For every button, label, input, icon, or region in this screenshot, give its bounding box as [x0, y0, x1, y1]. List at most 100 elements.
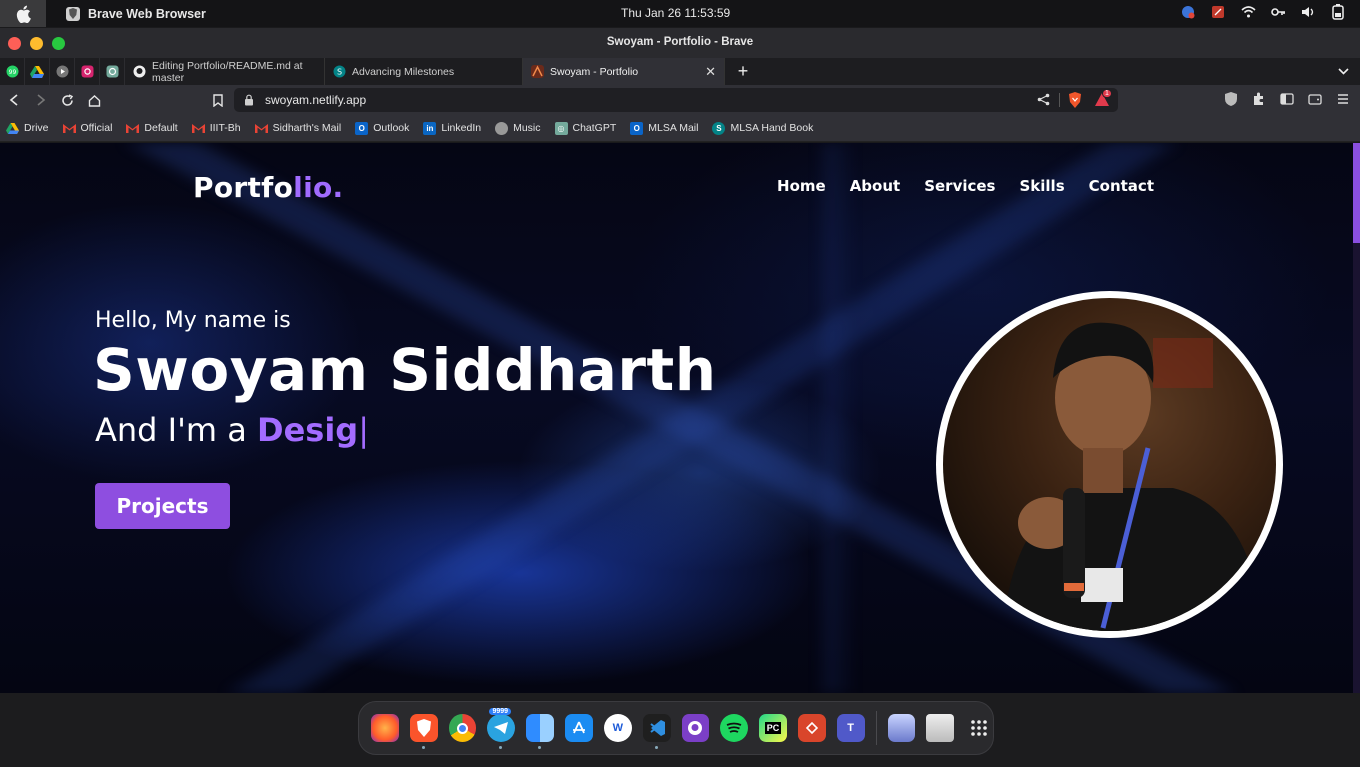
address-bar[interactable]: swoyam.netlify.app 1 [234, 88, 1118, 112]
gmail-icon [254, 122, 268, 135]
running-indicator [654, 746, 658, 749]
page-scrollbar[interactable] [1353, 143, 1360, 693]
tab-strip: 99 Editing Portfolio/README.md at master… [0, 58, 1360, 85]
reload-button[interactable] [54, 88, 81, 112]
nav-about[interactable]: About [850, 177, 901, 195]
google-drive-icon [30, 65, 44, 78]
bookmark-label: Official [80, 122, 113, 134]
site-logo[interactable]: Portfolio. [193, 171, 343, 204]
pinned-tab-instagram[interactable] [75, 58, 100, 85]
dock-divider [875, 711, 877, 745]
wallet-icon[interactable] [1308, 92, 1322, 106]
menubar-clock[interactable]: Thu Jan 26 11:53:59 [621, 6, 730, 20]
apple-menu[interactable] [0, 0, 46, 27]
spotify-icon[interactable] [720, 714, 749, 742]
logo-accent-text: lio. [293, 171, 344, 204]
hero-typing-line: And I'm a Desig| [95, 411, 369, 449]
back-button[interactable] [0, 88, 27, 112]
outlook-icon: O [630, 121, 644, 135]
tab-advancing-milestones[interactable]: S Advancing Milestones [325, 58, 523, 85]
pinned-tab-google-drive[interactable] [25, 58, 50, 85]
instagram-icon [81, 65, 93, 78]
battery-icon[interactable] [1330, 4, 1346, 20]
telegram-badge: 9999 [489, 708, 512, 715]
nav-services[interactable]: Services [924, 177, 995, 195]
url-text[interactable]: swoyam.netlify.app [265, 93, 366, 107]
nav-contact[interactable]: Contact [1089, 177, 1154, 195]
telegram-icon[interactable]: 9999 [487, 708, 516, 749]
gmail-icon [126, 122, 140, 135]
vpn-shield-icon[interactable] [1224, 92, 1238, 106]
bookmarks-bar: Drive Official Default IIIT-Bh Sidharth'… [0, 115, 1360, 142]
app-store-icon[interactable] [565, 714, 593, 742]
home-icon [88, 94, 101, 107]
anydesk-icon[interactable] [797, 714, 826, 742]
extensions-icon[interactable] [1252, 92, 1266, 106]
drive-icon [6, 122, 19, 135]
bookmark-label: Drive [24, 122, 49, 134]
webpage-viewport: Portfolio. Home About Services Skills Co… [0, 143, 1360, 693]
status-tray [1180, 4, 1346, 20]
pinned-tabs: 99 [0, 58, 125, 85]
bookmark-linkedin[interactable]: in LinkedIn [423, 121, 481, 135]
volume-icon[interactable] [1300, 4, 1316, 20]
bookmark-page-button[interactable] [204, 88, 231, 112]
pinned-tab-youtube-music[interactable] [50, 58, 75, 85]
app-grid-icon[interactable] [965, 714, 993, 742]
outlook-icon: O [355, 121, 369, 135]
close-tab-icon[interactable]: ✕ [705, 64, 716, 80]
bookmark-iiit-bh[interactable]: IIIT-Bh [191, 122, 241, 135]
new-tab-button[interactable]: + [725, 58, 761, 85]
bookmark-sidharths-mail[interactable]: Sidharth's Mail [254, 122, 341, 135]
portfolio-favicon-icon [531, 65, 544, 78]
tab-search-button[interactable] [1326, 58, 1360, 85]
chatgpt-icon [106, 65, 118, 78]
trash-icon[interactable] [926, 714, 955, 742]
bookmark-music[interactable]: Music [495, 121, 541, 135]
divider [1059, 93, 1060, 107]
disk-utility-icon[interactable] [887, 714, 916, 742]
vscode-icon[interactable] [642, 714, 671, 749]
share-icon[interactable] [1037, 93, 1050, 106]
nav-skills[interactable]: Skills [1020, 177, 1065, 195]
pinned-tab-whatsapp[interactable]: 99 [0, 58, 25, 85]
active-app-name[interactable]: Brave Web Browser [88, 7, 206, 21]
linkedin-icon: in [423, 121, 437, 135]
bookmark-mlsa-handbook[interactable]: S MLSA Hand Book [712, 121, 813, 135]
pinned-tab-chatgpt[interactable] [100, 58, 125, 85]
wps-office-icon[interactable]: W [603, 714, 632, 742]
bookmark-chatgpt[interactable]: ◎ ChatGPT [554, 121, 616, 135]
sidebar-toggle-icon[interactable] [1280, 92, 1294, 106]
bookmark-default[interactable]: Default [126, 122, 178, 135]
brave-icon[interactable] [409, 714, 438, 749]
github-desktop-icon[interactable] [681, 714, 710, 742]
brave-shields-icon[interactable] [1068, 92, 1082, 108]
sharepoint-icon: S [712, 121, 726, 135]
forward-button[interactable] [27, 88, 54, 112]
bookmark-drive[interactable]: Drive [6, 122, 49, 135]
tab-label: Editing Portfolio/README.md at master [152, 59, 303, 84]
bookmark-label: Default [144, 122, 178, 134]
scrollbar-thumb[interactable] [1353, 143, 1360, 243]
wifi-icon[interactable] [1240, 4, 1256, 20]
pycharm-icon[interactable]: PC [759, 714, 787, 742]
nav-home[interactable]: Home [777, 177, 826, 195]
menu-icon[interactable] [1336, 92, 1350, 106]
chrome-icon[interactable] [448, 714, 477, 742]
finder-icon[interactable] [526, 714, 555, 749]
tab-swoyam-portfolio[interactable]: Swoyam - Portfolio ✕ [523, 58, 725, 85]
teams-icon[interactable]: T [836, 714, 865, 742]
brave-rewards-button[interactable]: 1 [1094, 89, 1112, 107]
home-button[interactable] [81, 88, 108, 112]
vpn-badge-icon[interactable] [1180, 4, 1196, 20]
projects-button[interactable]: Projects [95, 483, 230, 529]
bookmark-mlsa-mail[interactable]: O MLSA Mail [630, 121, 698, 135]
running-indicator [499, 746, 503, 749]
remote-icon[interactable] [1210, 4, 1226, 20]
firefox-icon[interactable] [371, 714, 399, 742]
key-icon[interactable] [1270, 4, 1286, 20]
tab-github-readme[interactable]: Editing Portfolio/README.md at master [125, 58, 325, 85]
bookmark-official[interactable]: Official [62, 122, 113, 135]
bookmark-icon [212, 93, 223, 107]
bookmark-outlook[interactable]: O Outlook [355, 121, 409, 135]
